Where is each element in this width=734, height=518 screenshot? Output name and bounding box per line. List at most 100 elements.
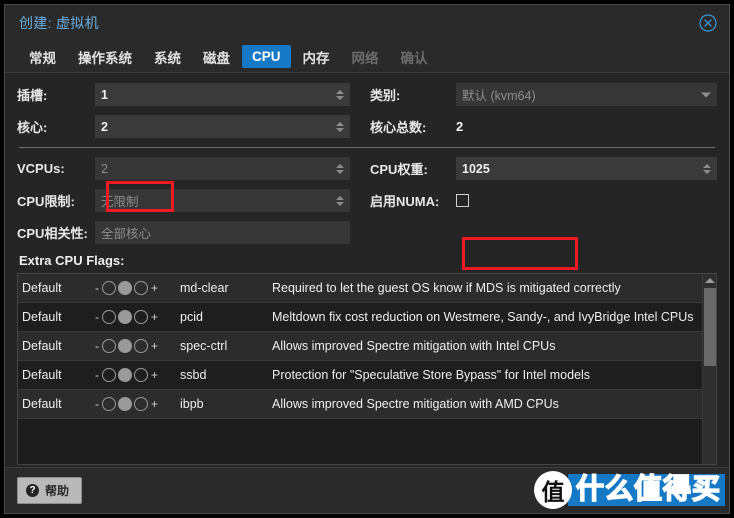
create-vm-dialog: 创建: 虚拟机 常规 操作系统 系统 磁盘 CPU 内存 网络 确认 插槽: 1 [4,4,730,514]
scroll-up-icon[interactable] [704,278,715,283]
cpu-affinity-label: CPU相关性: [17,226,88,241]
table-row[interactable]: Default - + ibpb Allows improved Spectre… [18,389,716,419]
vcpus-value: 2 [101,161,108,176]
extra-cpu-flags-table-wrap: Default - + md-clear Required to let the… [17,273,717,465]
flag-radio-default[interactable] [118,281,132,295]
help-button[interactable]: ? 帮助 [17,477,83,504]
flag-state: Default [22,368,62,382]
tab-confirm: 确认 [400,50,428,66]
enable-numa-label: 启用NUMA: [370,194,440,209]
vcpus-stepper[interactable] [335,162,345,176]
cores-label: 核心: [17,120,48,135]
flag-tristate-control[interactable]: - + [90,274,176,303]
cpu-affinity-input[interactable]: 全部核心 [95,221,350,244]
flag-plus-label[interactable]: + [150,368,159,382]
dialog-body: 插槽: 1 类别: 默认 (kvm64) 核心: 2 核心总数: 2 VCPUs… [5,73,729,467]
dialog-title: 创建: 虚拟机 [19,15,99,31]
flag-radio-on[interactable] [134,281,148,295]
flag-tristate-control[interactable]: - + [90,361,176,390]
extra-cpu-flags-table: Default - + md-clear Required to let the… [18,274,716,419]
flag-radio-default[interactable] [118,397,132,411]
tab-bar: 常规 操作系统 系统 磁盘 CPU 内存 网络 确认 [5,41,729,73]
flag-tristate-control[interactable]: - + [90,332,176,361]
flag-name: md-clear [180,281,229,295]
cores-value: 2 [101,119,108,134]
flag-minus-label[interactable]: - [94,339,100,353]
chevron-down-icon[interactable] [701,92,711,97]
flag-radio-off[interactable] [102,310,116,324]
help-button-label: 帮助 [45,484,70,498]
vcpus-input[interactable]: 2 [95,157,350,180]
cores-input[interactable]: 2 [95,115,350,138]
advanced-label: 高级 [664,485,690,499]
flag-radio-on[interactable] [134,368,148,382]
table-row[interactable]: Default - + spec-ctrl Allows improved Sp… [18,331,716,361]
flag-state: Default [22,397,62,411]
cpu-limit-label: CPU限制: [17,194,75,209]
cpu-type-select[interactable]: 默认 (kvm64) [456,83,717,106]
flag-tristate-control[interactable]: - + [90,303,176,332]
tab-cpu[interactable]: CPU [242,45,291,68]
dialog-titlebar: 创建: 虚拟机 [5,5,729,41]
cpu-weight-input[interactable]: 1025 [456,157,717,180]
sockets-label: 插槽: [17,88,48,103]
flag-tristate-control[interactable]: - + [90,390,176,419]
cpu-weight-value: 1025 [462,161,490,176]
close-icon[interactable] [699,14,717,32]
cpu-type-value: 默认 (kvm64) [462,89,536,103]
flag-state: Default [22,339,62,353]
flag-description: Protection for "Speculative Store Bypass… [272,368,591,382]
flag-plus-label[interactable]: + [150,310,159,324]
sockets-input[interactable]: 1 [95,83,350,106]
flag-state: Default [22,281,62,295]
table-row[interactable]: Default - + md-clear Required to let the… [18,274,716,303]
extra-cpu-flags-label: Extra CPU Flags: [19,253,125,268]
sockets-value: 1 [101,87,108,102]
flag-name: ssbd [180,368,207,382]
cpu-topology-group: 插槽: 1 类别: 默认 (kvm64) 核心: 2 核心总数: 2 [17,83,717,138]
scrollbar-thumb[interactable] [704,288,716,366]
flag-state: Default [22,310,62,324]
advanced-checkbox[interactable] [696,484,709,497]
flag-minus-label[interactable]: - [94,281,100,295]
flag-minus-label[interactable]: - [94,368,100,382]
flag-radio-off[interactable] [102,281,116,295]
flag-minus-label[interactable]: - [94,397,100,411]
tab-os[interactable]: 操作系统 [68,43,142,71]
flag-minus-label[interactable]: - [94,310,100,324]
table-row[interactable]: Default - + ssbd Protection for "Specula… [18,360,716,390]
flag-radio-off[interactable] [102,339,116,353]
cpu-limit-stepper[interactable] [335,194,345,208]
total-cores-label: 核心总数: [370,120,427,135]
tab-disks[interactable]: 磁盘 [193,43,240,71]
advanced-toggle-group[interactable]: 高级 [665,481,717,500]
tab-general[interactable]: 常规 [19,43,66,71]
cpu-limit-value: 无限制 [101,195,139,209]
flag-plus-label[interactable]: + [150,397,159,411]
cpu-weight-stepper[interactable] [702,162,712,176]
sockets-stepper[interactable] [335,88,345,102]
tab-system[interactable]: 系统 [144,43,191,71]
table-row[interactable]: Default - + pcid Meltdown fix cost reduc… [18,302,716,332]
flag-description: Meltdown fix cost reduction on Westmere,… [272,310,694,324]
flag-radio-off[interactable] [102,368,116,382]
flag-radio-on[interactable] [134,310,148,324]
section-divider [19,147,715,148]
vcpus-label: VCPUs: [17,161,65,176]
flag-description: Required to let the guest OS know if MDS… [272,281,621,295]
flag-radio-default[interactable] [118,368,132,382]
flag-radio-on[interactable] [134,339,148,353]
cpu-limit-input[interactable]: 无限制 [95,189,350,212]
flag-radio-default[interactable] [118,339,132,353]
flag-radio-on[interactable] [134,397,148,411]
flag-radio-default[interactable] [118,310,132,324]
flag-plus-label[interactable]: + [150,281,159,295]
flag-radio-off[interactable] [102,397,116,411]
flags-scrollbar[interactable] [702,274,716,464]
flag-plus-label[interactable]: + [150,339,159,353]
enable-numa-checkbox[interactable] [456,194,469,207]
tab-memory[interactable]: 内存 [293,43,340,71]
total-cores-value: 2 [456,119,464,134]
cpu-affinity-value: 全部核心 [101,227,152,241]
cores-stepper[interactable] [335,120,345,134]
